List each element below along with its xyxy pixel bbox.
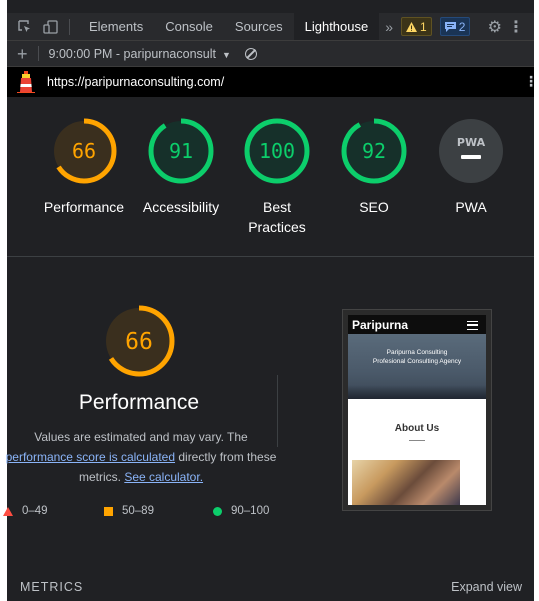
gauge-performance[interactable]: 66 Performance: [29, 117, 139, 217]
seo-gauge-ring: 92: [341, 118, 407, 184]
legend-average: 50–89: [104, 505, 154, 517]
legend-average-label: 50–89: [122, 505, 154, 517]
see-calculator-link[interactable]: See calculator.: [124, 470, 203, 484]
svg-text:92: 92: [362, 139, 386, 163]
pwa-badge-icon: PWA: [439, 119, 503, 183]
screenshot-hero-subtitle: Profesional Consulting Agency: [372, 358, 462, 365]
gauge-label-performance: Performance: [43, 199, 125, 215]
hamburger-menu-icon: [467, 321, 478, 330]
screenshot-about-heading: About Us: [394, 423, 440, 434]
more-tabs-button[interactable]: »: [385, 19, 393, 35]
gauge-label-accessibility: Accessibility: [142, 199, 220, 215]
tab-console[interactable]: Console: [154, 13, 224, 40]
report-selector[interactable]: 9:00:00 PM - paripurnaconsult ▼: [49, 47, 231, 61]
warning-icon: [406, 21, 418, 32]
screenshot-hero: Paripurna Consulting Profesional Consult…: [348, 334, 486, 399]
message-icon: [444, 21, 456, 32]
gauge-pwa[interactable]: PWA PWA: [416, 117, 526, 217]
inspect-element-icon[interactable]: [17, 19, 33, 35]
clear-reports-icon[interactable]: [244, 47, 257, 60]
lighthouse-logo-icon: [17, 71, 35, 93]
toolbar-divider: [37, 46, 39, 61]
red-triangle-icon: [3, 506, 13, 516]
gauge-accessibility[interactable]: 91 Accessibility: [126, 117, 236, 217]
metrics-label: METRICS: [20, 580, 84, 594]
performance-score-link[interactable]: performance score is calculated: [6, 450, 175, 464]
report-url[interactable]: https://paripurnaconsulting.com/: [47, 75, 224, 89]
svg-text:66: 66: [72, 139, 96, 163]
performance-large-gauge: 66: [103, 305, 175, 377]
gauge-best-practices[interactable]: 100 Best Practices: [222, 117, 332, 237]
toolbar-divider: [69, 18, 70, 35]
tab-lighthouse[interactable]: Lighthouse: [293, 13, 380, 40]
performance-large-score: 66: [125, 329, 153, 355]
gauge-label-seo: SEO: [359, 199, 389, 215]
performance-section: 66 Performance Values are estimated and …: [3, 257, 534, 577]
devtools-tabbar: Elements Console Sources Lighthouse » 1 …: [7, 13, 534, 41]
orange-square-icon: [104, 506, 113, 516]
performance-desc-text-1: Values are estimated and may vary. The: [34, 430, 248, 444]
screenshot-photo: [352, 460, 460, 505]
screenshot-heading-rule: [409, 440, 425, 441]
pwa-badge-text: PWA: [457, 136, 486, 149]
tab-elements[interactable]: Elements: [78, 13, 154, 40]
final-screenshot[interactable]: Paripurna Paripurna Consulting Profesion…: [342, 309, 492, 511]
more-options-icon[interactable]: ⋮: [508, 17, 524, 37]
performance-description: Values are estimated and may vary. The p…: [0, 427, 283, 487]
screenshot-brand: Paripurna: [352, 317, 409, 332]
svg-text:91: 91: [169, 139, 193, 163]
accessibility-gauge-ring: 91: [148, 118, 214, 184]
expand-view-toggle[interactable]: Expand view: [451, 580, 522, 594]
metrics-header: METRICS Expand view: [7, 577, 534, 601]
new-report-plus-icon[interactable]: +: [17, 45, 28, 63]
performance-gauge-ring: 66: [51, 118, 117, 184]
gauge-seo[interactable]: 92 SEO: [319, 117, 429, 217]
section-vertical-divider: [277, 375, 278, 447]
window-right-edge: [534, 0, 539, 601]
svg-text:100: 100: [259, 139, 295, 163]
report-selector-label: 9:00:00 PM - paripurnaconsult: [48, 46, 216, 61]
legend-pass: 90–100: [213, 505, 269, 517]
score-gauges: 66 Performance 91 Accessibility 100 Best…: [7, 97, 534, 257]
screenshot-hero-title: Paripurna Consulting: [386, 349, 448, 356]
performance-title: Performance: [78, 391, 200, 414]
warnings-count: 1: [420, 19, 427, 34]
gauge-label-best-practices: Best Practices: [248, 199, 306, 235]
screenshot-page: Paripurna Paripurna Consulting Profesion…: [348, 315, 486, 505]
tab-sources[interactable]: Sources: [224, 13, 294, 40]
report-menu-icon[interactable]: ⋮: [524, 73, 538, 90]
green-circle-icon: [213, 506, 222, 516]
settings-gear-icon[interactable]: ⚙: [488, 17, 502, 37]
screenshot-header: Paripurna: [348, 315, 486, 334]
warnings-badge[interactable]: 1: [401, 17, 432, 36]
report-toolbar: + 9:00:00 PM - paripurnaconsult ▼: [7, 41, 534, 67]
legend-fail: 0–49: [3, 505, 48, 517]
legend-fail-label: 0–49: [22, 505, 48, 517]
report-url-bar: https://paripurnaconsulting.com/ ⋮: [7, 67, 538, 97]
messages-badge[interactable]: 2: [439, 17, 471, 36]
messages-count: 2: [458, 19, 466, 34]
device-toolbar-icon[interactable]: [43, 19, 59, 35]
caret-down-icon: ▼: [221, 49, 231, 60]
legend-pass-label: 90–100: [231, 505, 270, 517]
best-practices-gauge-ring: 100: [244, 118, 310, 184]
gauge-label-pwa: PWA: [455, 199, 487, 215]
